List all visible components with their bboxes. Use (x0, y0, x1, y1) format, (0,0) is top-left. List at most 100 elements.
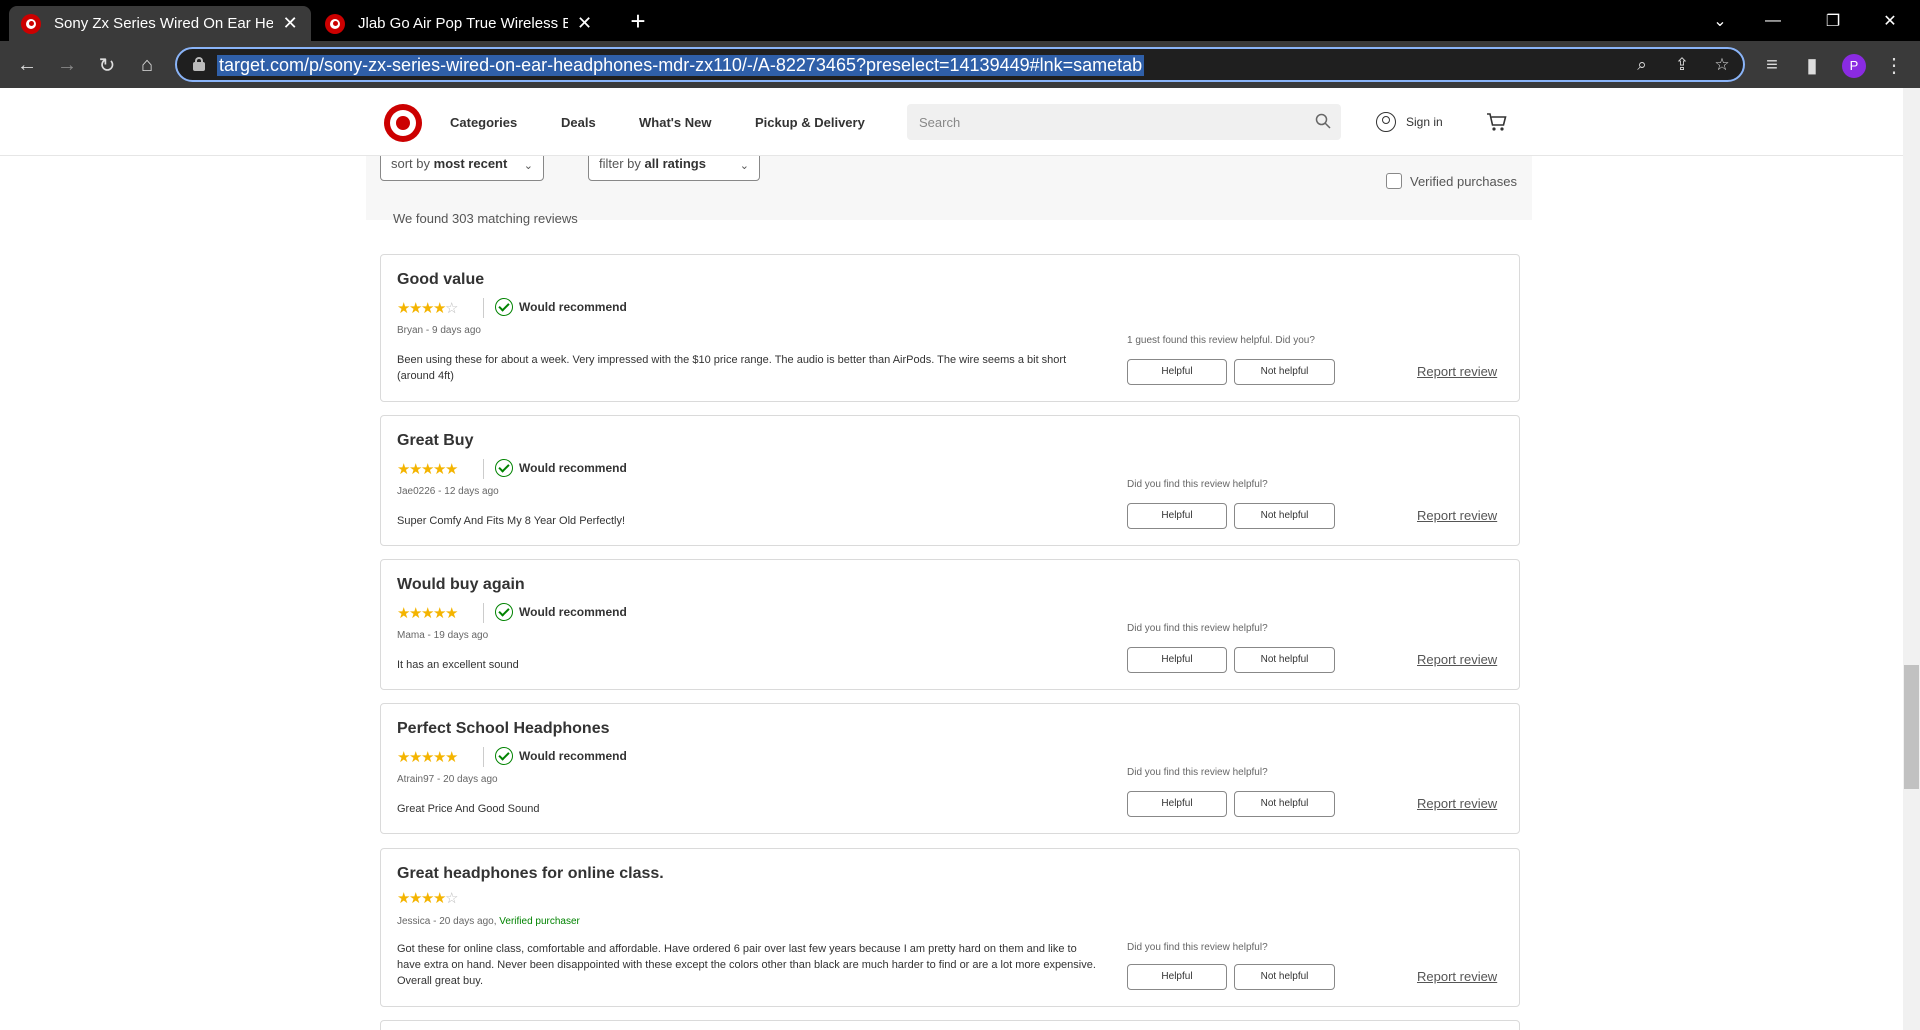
review-card: Great Buy ★ ★ ★ ★ ★ Would recommend Jae0226 … (380, 415, 1520, 546)
would-recommend-label: Would recommend (519, 300, 627, 314)
target-favicon-icon (325, 13, 345, 34)
side-panel-icon[interactable]: ▮ (1796, 49, 1828, 81)
report-review-link[interactable]: Report review (1417, 652, 1497, 667)
page-content: Categories Deals What's New Pickup & Del… (0, 88, 1903, 1030)
report-review-link[interactable]: Report review (1417, 508, 1497, 523)
browser-tab-strip: Sony Zx Series Wired On Ear Hea ✕ Jlab G… (0, 0, 1920, 41)
back-icon[interactable]: ← (11, 49, 43, 81)
review-byline: Mama - 19 days ago (397, 630, 489, 641)
nav-whats-new[interactable]: What's New (639, 115, 711, 130)
browser-tab[interactable]: Jlab Go Air Pop True Wireless Blu ✕ (313, 6, 605, 41)
chevron-down-icon: ⌄ (739, 160, 749, 172)
browser-tab-active[interactable]: Sony Zx Series Wired On Ear Hea ✕ (9, 6, 311, 41)
star-rating: ★ ★ ★ ★ ★ (397, 461, 459, 478)
nav-deals[interactable]: Deals (561, 115, 596, 130)
not-helpful-button[interactable]: Not helpful (1234, 503, 1335, 529)
home-icon[interactable]: ⌂ (131, 49, 163, 81)
helpful-button[interactable]: Helpful (1127, 791, 1227, 817)
would-recommend: Would recommend (495, 459, 627, 477)
not-helpful-button[interactable]: Not helpful (1234, 647, 1335, 673)
scrollbar-thumb[interactable] (1904, 665, 1919, 789)
site-header: Categories Deals What's New Pickup & Del… (0, 88, 1903, 156)
report-review-link[interactable]: Report review (1417, 796, 1497, 811)
reload-icon[interactable]: ↻ (91, 49, 123, 81)
search-icon[interactable] (1315, 113, 1331, 129)
review-body: Super Comfy And Fits My 8 Year Old Perfe… (397, 515, 626, 527)
account-icon (1376, 112, 1396, 132)
minimize-icon[interactable]: — (1750, 0, 1796, 41)
would-recommend: Would recommend (495, 747, 627, 765)
tab-search-chevron-icon[interactable]: ⌄ (1697, 0, 1743, 41)
restore-icon[interactable]: ❐ (1810, 0, 1856, 41)
share-icon[interactable]: ⇪ (1671, 55, 1693, 77)
search-placeholder: Search (919, 115, 961, 130)
new-tab-icon[interactable]: + (624, 7, 652, 35)
review-body: It has an excellent sound (397, 659, 519, 671)
helpful-question: 1 guest found this review helpful. Did y… (1127, 335, 1315, 346)
not-helpful-button[interactable]: Not helpful (1234, 791, 1335, 817)
tab-title: Jlab Go Air Pop True Wireless Blu (358, 15, 568, 32)
star-rating: ★ ★ ★ ★ ★ (397, 749, 459, 766)
close-tab-icon[interactable]: ✕ (281, 13, 299, 34)
review-byline: Jessica - 20 days ago, Verified purchase… (397, 916, 580, 927)
byline-text: Jessica - 20 days ago, (397, 916, 500, 927)
lock-icon (193, 57, 205, 71)
divider (483, 747, 484, 767)
review-byline: Jae0226 - 12 days ago (397, 486, 499, 497)
review-title: Great Buy (397, 432, 474, 449)
tab-title: Sony Zx Series Wired On Ear Hea (54, 15, 274, 32)
page-scrollbar[interactable] (1903, 88, 1920, 1030)
search-input[interactable]: Search (907, 104, 1341, 140)
profile-avatar[interactable]: P (1842, 54, 1866, 78)
helpful-button[interactable]: Helpful (1127, 359, 1227, 385)
address-bar[interactable]: target.com/p/sony-zx-series-wired-on-ear… (175, 47, 1745, 82)
not-helpful-button[interactable]: Not helpful (1234, 359, 1335, 385)
filter-value: all ratings (644, 156, 706, 171)
check-circle-icon (495, 603, 513, 621)
star-rating: ★ ★ ★ ★ ☆ (397, 300, 459, 317)
verified-purchases-toggle[interactable]: Verified purchases (1386, 173, 1517, 189)
helpful-question: Did you find this review helpful? (1127, 767, 1268, 778)
verified-checkbox[interactable] (1386, 173, 1402, 189)
url-text[interactable]: target.com/p/sony-zx-series-wired-on-ear… (217, 55, 1145, 76)
verified-purchaser-badge: Verified purchaser (499, 916, 580, 927)
sign-in-link[interactable]: Sign in (1376, 112, 1443, 132)
review-body: Great Price And Good Sound (397, 803, 540, 815)
helpful-question: Did you find this review helpful? (1127, 942, 1268, 953)
star-rating: ★ ★ ★ ★ ☆ (397, 890, 459, 907)
review-body: Been using these for about a week. Very … (397, 354, 1067, 382)
sort-prefix: sort by (391, 156, 431, 171)
check-circle-icon (495, 298, 513, 316)
target-logo-icon[interactable] (384, 104, 422, 142)
not-helpful-button[interactable]: Not helpful (1234, 964, 1335, 990)
would-recommend: Would recommend (495, 298, 627, 316)
nav-pickup-delivery[interactable]: Pickup & Delivery (755, 115, 865, 130)
review-card: Great headphones for online class. ★ ★ ★ ★ ☆… (380, 848, 1520, 1007)
menu-kebab-icon[interactable]: ⋮ (1878, 49, 1910, 81)
review-byline: Atrain97 - 20 days ago (397, 774, 498, 785)
media-control-icon[interactable]: ≡ (1756, 49, 1788, 81)
report-review-link[interactable]: Report review (1417, 364, 1497, 379)
zoom-icon[interactable]: ⌕ (1631, 55, 1653, 77)
report-review-link[interactable]: Report review (1417, 969, 1497, 984)
review-title: Perfect School Headphones (397, 720, 610, 737)
helpful-button[interactable]: Helpful (1127, 503, 1227, 529)
review-title: Great headphones for online class. (397, 865, 664, 882)
divider (483, 298, 484, 318)
close-window-icon[interactable]: ✕ (1867, 0, 1913, 41)
sort-value: most recent (433, 156, 508, 171)
review-card (380, 1020, 1520, 1030)
cart-icon[interactable] (1486, 112, 1508, 132)
check-circle-icon (495, 459, 513, 477)
close-tab-icon[interactable]: ✕ (576, 13, 593, 34)
bookmark-star-icon[interactable]: ☆ (1711, 55, 1733, 77)
review-card: Perfect School Headphones ★ ★ ★ ★ ★ Would re… (380, 703, 1520, 834)
nav-categories[interactable]: Categories (450, 115, 517, 130)
helpful-question: Did you find this review helpful? (1127, 479, 1268, 490)
helpful-button[interactable]: Helpful (1127, 964, 1227, 990)
review-byline: Bryan - 9 days ago (397, 325, 481, 336)
helpful-button[interactable]: Helpful (1127, 647, 1227, 673)
star-rating: ★ ★ ★ ★ ★ (397, 605, 459, 622)
forward-icon[interactable]: → (51, 49, 83, 81)
divider (483, 459, 484, 479)
